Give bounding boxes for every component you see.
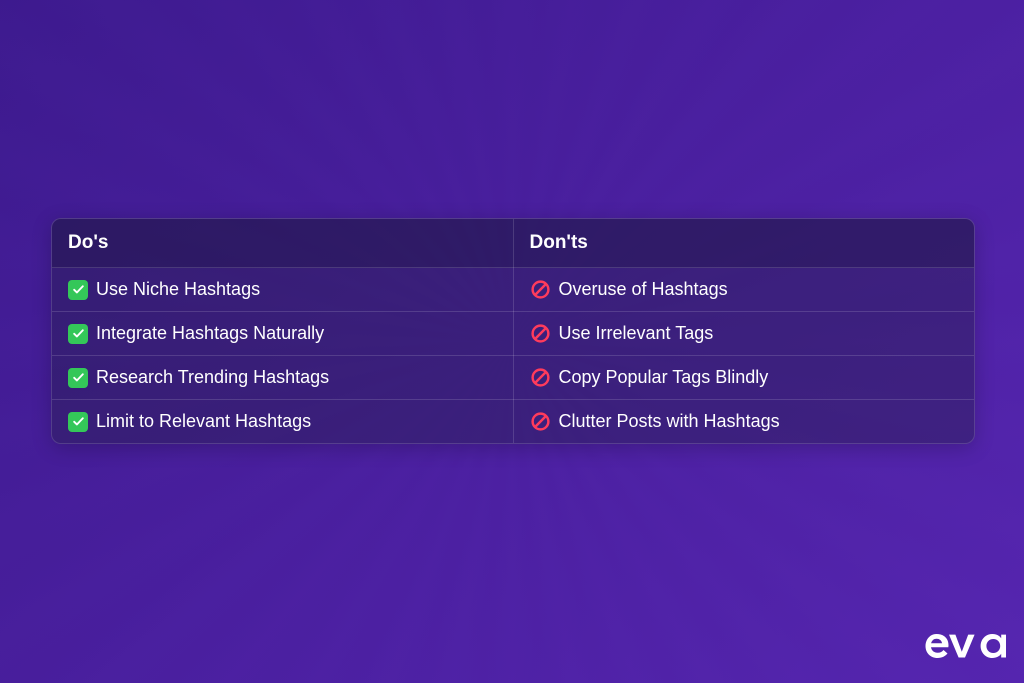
table-row: Integrate Hashtags Naturally Use Irrelev… — [52, 312, 974, 356]
check-icon — [68, 280, 88, 300]
do-text: Limit to Relevant Hashtags — [96, 411, 311, 432]
dont-text: Copy Popular Tags Blindly — [559, 367, 769, 388]
do-cell: Limit to Relevant Hashtags — [52, 400, 513, 444]
prohibit-icon — [530, 411, 551, 432]
dont-text: Use Irrelevant Tags — [559, 323, 714, 344]
header-donts: Don'ts — [513, 219, 974, 268]
dont-cell: Overuse of Hashtags — [513, 268, 974, 312]
dos-donts-table-container: Do's Don'ts Use Niche Hashtags — [51, 218, 975, 444]
dont-cell: Clutter Posts with Hashtags — [513, 400, 974, 444]
do-cell: Use Niche Hashtags — [52, 268, 513, 312]
dont-cell: Use Irrelevant Tags — [513, 312, 974, 356]
check-icon — [68, 368, 88, 388]
header-dos: Do's — [52, 219, 513, 268]
dont-text: Clutter Posts with Hashtags — [559, 411, 780, 432]
do-cell: Research Trending Hashtags — [52, 356, 513, 400]
prohibit-icon — [530, 323, 551, 344]
table-row: Limit to Relevant Hashtags Clutter Posts… — [52, 400, 974, 444]
dont-text: Overuse of Hashtags — [559, 279, 728, 300]
check-icon — [68, 412, 88, 432]
check-icon — [68, 324, 88, 344]
dont-cell: Copy Popular Tags Blindly — [513, 356, 974, 400]
prohibit-icon — [530, 367, 551, 388]
do-text: Use Niche Hashtags — [96, 279, 260, 300]
prohibit-icon — [530, 279, 551, 300]
do-text: Research Trending Hashtags — [96, 367, 329, 388]
do-text: Integrate Hashtags Naturally — [96, 323, 324, 344]
table-row: Use Niche Hashtags Overuse of Hashtags — [52, 268, 974, 312]
table-row: Research Trending Hashtags Copy Popular … — [52, 356, 974, 400]
dos-donts-table: Do's Don'ts Use Niche Hashtags — [52, 219, 974, 443]
do-cell: Integrate Hashtags Naturally — [52, 312, 513, 356]
logo-eva — [924, 625, 1006, 667]
